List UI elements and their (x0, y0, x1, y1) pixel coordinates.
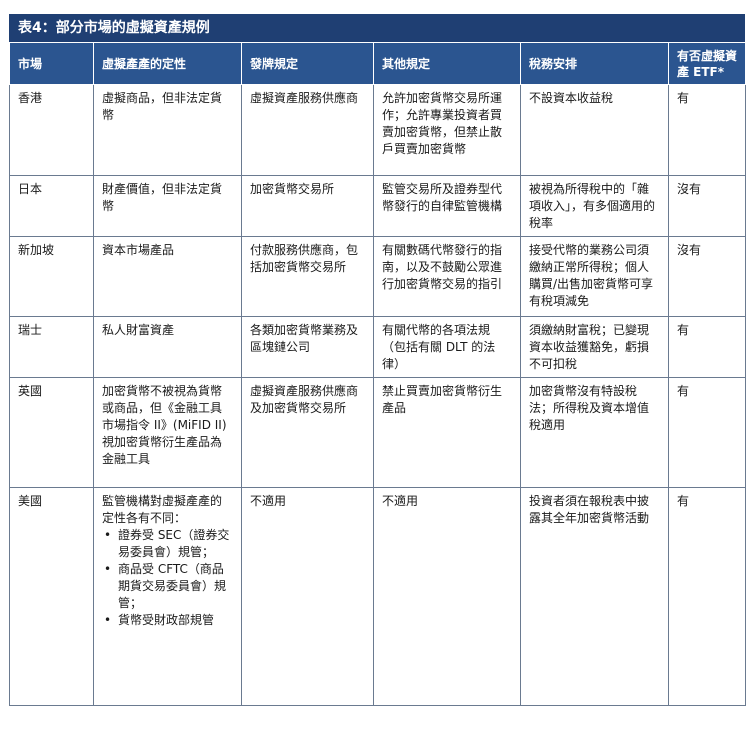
cell-licensing: 虛擬資產服務供應商 (241, 84, 374, 176)
cell-tax: 須繳納財富稅；已變現資本收益獲豁免，虧損不可扣稅 (520, 316, 669, 378)
header-row: 市場 虛擬產產的定性 發牌規定 其他規定 稅務安排 有否虛擬資產 ETF* (9, 42, 746, 85)
cell-market: 英國 (9, 377, 94, 488)
bullet-icon: • (104, 528, 112, 542)
cell-tax: 被視為所得稅中的「雜項收入」，有多個適用的稅率 (520, 175, 669, 237)
cell-tax: 加密貨幣沒有特設稅法；所得稅及資本增值稅適用 (520, 377, 669, 488)
col-header-other: 其他規定 (373, 42, 521, 85)
cell-etf: 有 (668, 377, 746, 488)
cell-licensing: 不適用 (241, 487, 374, 706)
cell-other: 監管交易所及證券型代幣發行的自律監管機構 (373, 175, 521, 237)
col-header-market: 市場 (9, 42, 94, 85)
col-header-tax: 稅務安排 (520, 42, 669, 85)
cell-other: 有關數碼代幣發行的指南，以及不鼓勵公眾進行加密貨幣交易的指引 (373, 236, 521, 317)
regulation-table: 市場 虛擬產產的定性 發牌規定 其他規定 稅務安排 有否虛擬資產 ETF* 香港… (9, 42, 746, 706)
cell-etf: 有 (668, 84, 746, 176)
cell-tax: 不設資本收益稅 (520, 84, 669, 176)
table-row: 新加坡 資本市場產品 付款服務供應商，包括加密貨幣交易所 有關數碼代幣發行的指南… (9, 236, 746, 317)
table-row: 瑞士 私人財富資產 各類加密貨幣業務及區塊鏈公司 有關代幣的各項法規（包括有關 … (9, 316, 746, 378)
list-item: • 貨幣受財政部規管 (104, 613, 215, 627)
cell-licensing: 加密貨幣交易所 (241, 175, 374, 237)
list-item: • 證券受 SEC（證券交易委員會）規管； (104, 528, 230, 559)
table-row: 香港 虛擬商品，但非法定貨幣 虛擬資產服務供應商 允許加密貨幣交易所運作；允許專… (9, 84, 746, 176)
cell-market: 新加坡 (9, 236, 94, 317)
cell-market: 瑞士 (9, 316, 94, 378)
cell-market: 日本 (9, 175, 94, 237)
cell-etf: 沒有 (668, 236, 746, 317)
col-header-etf: 有否虛擬資產 ETF* (668, 42, 746, 85)
cell-etf: 有 (668, 316, 746, 378)
cell-definition: 財產價值，但非法定貨幣 (93, 175, 242, 237)
cell-licensing: 虛擬資產服務供應商及加密貨幣交易所 (241, 377, 374, 488)
cell-other: 禁止買賣加密貨幣衍生產品 (373, 377, 521, 488)
table-title: 表4：部分市場的虛擬資產規例 (9, 14, 745, 42)
cell-market: 香港 (9, 84, 94, 176)
cell-etf: 沒有 (668, 175, 746, 237)
cell-licensing: 各類加密貨幣業務及區塊鏈公司 (241, 316, 374, 378)
cell-other: 不適用 (373, 487, 521, 706)
cell-definition: 虛擬商品，但非法定貨幣 (93, 84, 242, 176)
cell-market: 美國 (9, 487, 94, 706)
cell-tax: 接受代幣的業務公司須繳納正常所得稅；個人購買/出售加密貨幣可享有稅項減免 (520, 236, 669, 317)
bullet-icon: • (104, 562, 112, 576)
cell-other: 有關代幣的各項法規（包括有關 DLT 的法律） (373, 316, 521, 378)
cell-definition: 監管機構對虛擬產產的定性各有不同： • 證券受 SEC（證券交易委員會）規管； •… (93, 487, 242, 706)
cell-definition: 加密貨幣不被視為貨幣或商品，但《金融工具市場指令 II》(MiFID II)視加… (93, 377, 242, 488)
definition-bullet-list: • 證券受 SEC（證券交易委員會）規管； • 商品受 CFTC（商品期貨交易委員會… (102, 527, 233, 629)
cell-tax: 投資者須在報稅表中披露其全年加密貨幣活動 (520, 487, 669, 706)
table-row: 英國 加密貨幣不被視為貨幣或商品，但《金融工具市場指令 II》(MiFID II… (9, 377, 746, 488)
cell-definition: 資本市場產品 (93, 236, 242, 317)
col-header-definition: 虛擬產產的定性 (93, 42, 242, 85)
table-row: 日本 財產價值，但非法定貨幣 加密貨幣交易所 監管交易所及證券型代幣發行的自律監… (9, 175, 746, 237)
table-row: 美國 監管機構對虛擬產產的定性各有不同： • 證券受 SEC（證券交易委員會）規管… (9, 487, 746, 706)
regulation-table-figure: 表4：部分市場的虛擬資產規例 市場 虛擬產產的定性 發牌規定 其他規定 稅務安排… (9, 14, 746, 706)
cell-etf: 有 (668, 487, 746, 706)
cell-definition: 私人財富資產 (93, 316, 242, 378)
bullet-icon: • (104, 613, 112, 627)
cell-licensing: 付款服務供應商，包括加密貨幣交易所 (241, 236, 374, 317)
cell-other: 允許加密貨幣交易所運作；允許專業投資者買賣加密貨幣，但禁止散戶買賣加密貨幣 (373, 84, 521, 176)
definition-intro: 監管機構對虛擬產產的定性各有不同： (102, 494, 223, 525)
list-item: • 商品受 CFTC（商品期貨交易委員會）規管； (104, 562, 227, 610)
col-header-licensing: 發牌規定 (241, 42, 374, 85)
